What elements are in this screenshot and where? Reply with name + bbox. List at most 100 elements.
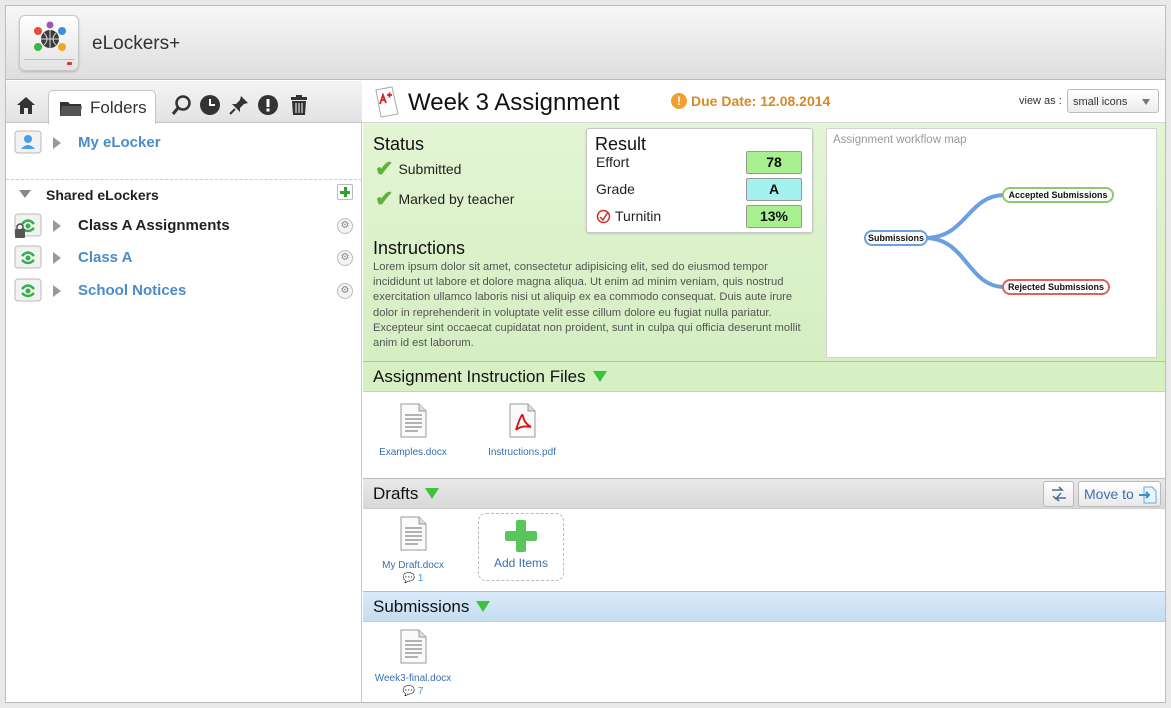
file-name: Week3-final.docx bbox=[374, 673, 452, 684]
assignment-title-bar: Week 3 Assignment ! Due Date: 12.08.2014… bbox=[363, 81, 1165, 123]
comment-count[interactable]: 💬 7 bbox=[363, 686, 463, 697]
tree-item-label: My eLocker bbox=[78, 134, 161, 151]
left-toolbar: Folders bbox=[6, 81, 362, 124]
search-icon[interactable] bbox=[170, 93, 194, 117]
collapse-arrow[interactable] bbox=[19, 190, 31, 198]
tab-folders[interactable]: Folders bbox=[48, 90, 156, 124]
expand-arrow[interactable] bbox=[53, 252, 61, 264]
section-title: Drafts bbox=[373, 484, 440, 504]
tree-item-school-notices[interactable]: School Notices ⚙ bbox=[6, 276, 362, 306]
comment-icon: 💬 bbox=[402, 573, 416, 584]
app-logo bbox=[19, 15, 79, 71]
shared-elockers-label: Shared eLockers bbox=[46, 187, 159, 203]
wrench-icon[interactable]: ⚙ bbox=[337, 218, 353, 234]
move-to-label: Move to bbox=[1084, 486, 1134, 502]
instructions-body: Lorem ipsum dolor sit amet, consectetur … bbox=[373, 261, 801, 350]
expand-arrow[interactable] bbox=[53, 220, 61, 232]
shared-elockers-header: Shared eLockers bbox=[6, 179, 362, 205]
status-item-label: Submitted bbox=[398, 161, 462, 177]
wrench-icon[interactable]: ⚙ bbox=[337, 250, 353, 266]
status-heading: Status bbox=[373, 134, 425, 154]
clock-icon[interactable] bbox=[198, 93, 222, 117]
add-items-label: Add Items bbox=[493, 556, 549, 570]
shared-locker-icon bbox=[14, 278, 42, 302]
result-panel: Result Effort 78 Grade A Turnitin 13% bbox=[586, 128, 813, 233]
section-drafts[interactable]: Drafts Move to bbox=[363, 478, 1165, 509]
wrench-icon[interactable]: ⚙ bbox=[337, 283, 353, 299]
result-row-effort: Effort 78 bbox=[596, 151, 804, 174]
grade-value: A bbox=[746, 178, 802, 201]
result-label: Grade bbox=[596, 181, 635, 197]
plus-icon bbox=[505, 520, 537, 552]
collapse-icon[interactable] bbox=[425, 488, 440, 500]
file-name: Instructions.pdf bbox=[488, 447, 556, 458]
warning-icon: ! bbox=[671, 93, 687, 109]
result-row-turnitin[interactable]: Turnitin 13% bbox=[596, 205, 804, 228]
page-title: Week 3 Assignment bbox=[408, 89, 620, 116]
tree-item-label: Class A bbox=[78, 249, 133, 266]
move-document-icon bbox=[1139, 486, 1157, 504]
graded-paper-icon bbox=[375, 86, 399, 118]
pdf-icon bbox=[509, 403, 535, 438]
workflow-map: Assignment workflow map Submissions Acce… bbox=[826, 128, 1157, 358]
instructions-heading: Instructions bbox=[373, 238, 466, 258]
trash-icon[interactable] bbox=[287, 93, 311, 117]
document-icon bbox=[400, 403, 426, 438]
comment-count[interactable]: 💬 1 bbox=[363, 573, 463, 584]
document-icon bbox=[400, 516, 426, 551]
file-item[interactable]: Week3-final.docx 💬 7 bbox=[363, 629, 463, 697]
section-submissions[interactable]: Submissions bbox=[363, 591, 1165, 622]
collapse-icon[interactable] bbox=[476, 601, 491, 613]
collapse-icon[interactable] bbox=[592, 371, 607, 383]
result-label: Effort bbox=[596, 154, 630, 170]
view-as-label: view as : bbox=[1019, 95, 1062, 107]
document-icon bbox=[400, 629, 426, 664]
tree-item-class-a[interactable]: Class A ⚙ bbox=[6, 243, 362, 273]
app-window: eLockers+ Folders My eLocker Shared eLoc… bbox=[5, 5, 1166, 703]
file-name: My Draft.docx bbox=[382, 560, 444, 571]
file-item[interactable]: Examples.docx bbox=[363, 403, 463, 458]
chevron-down-icon bbox=[1142, 99, 1150, 105]
tree-item-label: Class A Assignments bbox=[78, 217, 230, 234]
alert-icon[interactable] bbox=[256, 93, 280, 117]
due-date-text: Due Date: 12.08.2014 bbox=[691, 93, 831, 109]
expand-arrow[interactable] bbox=[53, 137, 61, 149]
result-label: Turnitin bbox=[615, 208, 662, 224]
tab-folders-label: Folders bbox=[90, 97, 147, 117]
result-row-grade: Grade A bbox=[596, 178, 804, 201]
comment-icon: 💬 bbox=[402, 686, 416, 697]
home-icon[interactable] bbox=[14, 93, 38, 117]
effort-value: 78 bbox=[746, 151, 802, 174]
logo-tray bbox=[24, 59, 74, 60]
logo-led bbox=[67, 62, 72, 65]
move-to-button[interactable]: Move to bbox=[1078, 481, 1161, 507]
tree-item-label: School Notices bbox=[78, 282, 187, 299]
turnitin-value: 13% bbox=[746, 205, 802, 228]
add-items-button[interactable]: Add Items bbox=[478, 513, 564, 581]
checkmark-icon: ✔ bbox=[375, 156, 394, 181]
user-locker-icon bbox=[14, 130, 42, 154]
workflow-node-accepted[interactable]: Accepted Submissions bbox=[1002, 187, 1114, 203]
view-as-value: small icons bbox=[1073, 96, 1128, 108]
workflow-node-submissions[interactable]: Submissions bbox=[864, 230, 928, 246]
assignment-summary: Status ✔ Submitted ✔ Marked by teacher I… bbox=[363, 123, 1165, 361]
file-name: Examples.docx bbox=[379, 447, 447, 458]
left-panel: Folders My eLocker Shared eLockers Class… bbox=[6, 81, 362, 702]
turnitin-icon bbox=[596, 209, 611, 224]
sort-arrows-icon bbox=[1052, 486, 1066, 502]
pin-icon[interactable] bbox=[227, 93, 251, 117]
shared-locker-icon bbox=[14, 213, 42, 238]
main-panel: Week 3 Assignment ! Due Date: 12.08.2014… bbox=[363, 81, 1165, 702]
tree-item-class-a-assignments[interactable]: Class A Assignments ⚙ bbox=[6, 211, 362, 241]
expand-arrow[interactable] bbox=[53, 285, 61, 297]
section-instruction-files[interactable]: Assignment Instruction Files bbox=[363, 361, 1165, 392]
tree-item-my-elocker[interactable]: My eLocker bbox=[6, 128, 362, 158]
status-item: ✔ Marked by teacher bbox=[375, 186, 514, 211]
file-item[interactable]: Instructions.pdf bbox=[472, 403, 572, 458]
sort-button[interactable] bbox=[1043, 481, 1074, 507]
file-item[interactable]: My Draft.docx 💬 1 bbox=[363, 516, 463, 584]
workflow-node-rejected[interactable]: Rejected Submissions bbox=[1002, 279, 1110, 295]
checkmark-icon: ✔ bbox=[375, 186, 394, 211]
view-as-select[interactable]: small icons bbox=[1067, 89, 1159, 113]
add-locker-button[interactable] bbox=[337, 184, 353, 200]
